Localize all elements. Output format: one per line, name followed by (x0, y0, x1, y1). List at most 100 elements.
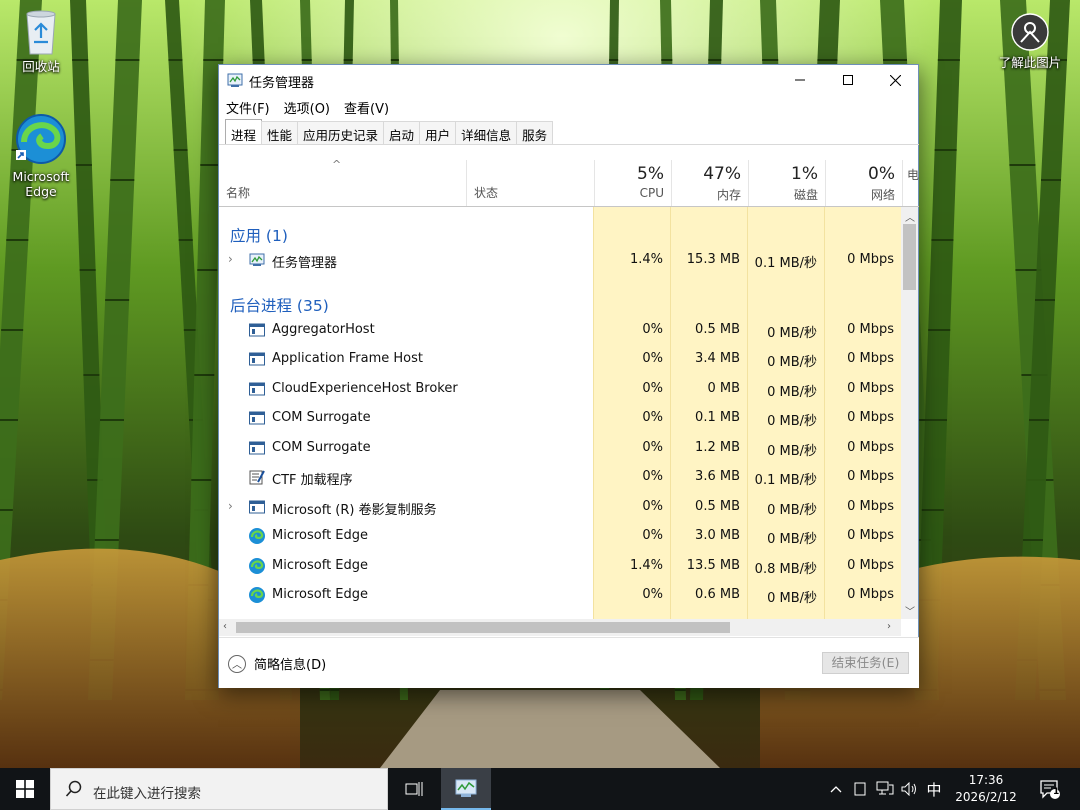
chevron-right-icon[interactable]: › (228, 252, 233, 266)
network-value: 0 Mbps (847, 469, 894, 484)
menu-options[interactable]: 选项(O) (277, 95, 337, 117)
desktop-icon-learn-about-picture[interactable]: 了解此图片 (990, 12, 1070, 70)
horizontal-scrollbar[interactable]: ‹ › (219, 619, 901, 636)
table-row[interactable]: Microsoft Edge 0% 0.6 MB 0 MB/秒 0 Mbps (219, 580, 901, 610)
table-row[interactable]: Application Frame Host 0% 3.4 MB 0 MB/秒 … (219, 344, 901, 374)
edge-icon (249, 528, 265, 544)
maximize-button[interactable] (824, 65, 872, 95)
table-row[interactable]: AggregatorHost 0% 0.5 MB 0 MB/秒 0 Mbps (219, 315, 901, 345)
taskbar-task-manager[interactable] (441, 768, 491, 810)
table-row[interactable]: CloudExperienceHost Broker 0% 0 MB 0 MB/… (219, 374, 901, 404)
header-memory-pct: 47% (703, 164, 741, 184)
start-button[interactable] (0, 768, 50, 810)
group-header-apps: 应用 (1) (219, 213, 901, 245)
fewer-details-label: 简略信息(D) (254, 658, 327, 673)
tab-details[interactable]: 详细信息 (455, 121, 518, 144)
header-cpu-label: CPU (639, 186, 664, 200)
header-status-col[interactable]: 状态 (466, 160, 594, 206)
header-network[interactable]: 0% 网络 (825, 160, 902, 206)
tab-app-history[interactable]: 应用历史记录 (297, 121, 385, 144)
process-name: 任务管理器 (272, 256, 338, 271)
taskbar-search-box[interactable]: 在此键入进行搜索 (50, 768, 388, 810)
desktop-icon-label: 了解此图片 (998, 55, 1062, 70)
header-network-pct: 0% (868, 164, 895, 184)
horizontal-scroll-thumb[interactable] (236, 622, 730, 633)
header-power[interactable]: 电 (902, 160, 919, 206)
cpu-value: 0% (642, 587, 663, 602)
close-button[interactable] (871, 65, 919, 95)
menu-bar: 文件(F) 选项(O) 查看(V) (219, 95, 396, 117)
process-name: AggregatorHost (272, 321, 375, 337)
edge-icon (249, 587, 265, 603)
process-name: Application Frame Host (272, 351, 424, 366)
memory-value: 3.0 MB (695, 528, 740, 543)
table-row[interactable]: › Microsoft (R) 卷影复制服务 0% 0.5 MB 0 MB/秒 … (219, 492, 901, 522)
header-disk[interactable]: 1% 磁盘 (748, 160, 825, 206)
tray-network[interactable] (874, 768, 896, 810)
tray-tablet[interactable] (850, 768, 870, 810)
table-row[interactable]: Microsoft Edge 0% 3.0 MB 0 MB/秒 0 Mbps (219, 521, 901, 551)
scroll-down-icon[interactable]: ﹀ (905, 603, 915, 618)
action-center-button[interactable]: 1 (1030, 768, 1070, 810)
tray-volume[interactable] (899, 768, 921, 810)
window-titlebar[interactable]: 任务管理器 (219, 65, 918, 95)
memory-value: 3.4 MB (695, 351, 740, 366)
network-value: 0 Mbps (847, 557, 894, 573)
menu-view[interactable]: 查看(V) (337, 95, 396, 117)
desktop-icon-label: Microsoft Edge (12, 169, 70, 199)
cpu-value: 1.4% (629, 557, 663, 573)
taskbar: 在此键入进行搜索 中 17:36 2026/2/12 1 (0, 768, 1080, 810)
vertical-scroll-thumb[interactable] (903, 224, 916, 290)
scroll-right-icon[interactable]: › (887, 621, 891, 632)
table-row[interactable]: CTF 加载程序 0% 3.6 MB 0.1 MB/秒 0 Mbps (219, 462, 901, 492)
table-row[interactable]: COM Surrogate 0% 0.1 MB 0 MB/秒 0 Mbps (219, 403, 901, 433)
desktop-icon-label: 回收站 (22, 59, 60, 74)
cpu-value: 0% (642, 528, 663, 543)
disk-value: 0.1 MB/秒 (754, 256, 817, 271)
show-hidden-icons-button[interactable] (826, 768, 846, 810)
header-memory[interactable]: 47% 内存 (671, 160, 748, 206)
memory-value: 0.6 MB (695, 587, 740, 602)
memory-value: 0.5 MB (695, 498, 740, 514)
camera-location-icon (1011, 13, 1049, 51)
minimize-button[interactable] (776, 65, 824, 95)
header-name[interactable]: 名称 (226, 184, 250, 201)
window-footer: ︿ 简略信息(D) 结束任务(E) (219, 637, 919, 688)
column-header: ^ 名称 状态 5% CPU 47% 内存 1% 磁盘 0% 网络 电 (219, 158, 919, 206)
end-task-button[interactable]: 结束任务(E) (822, 652, 909, 674)
tab-users[interactable]: 用户 (419, 121, 457, 144)
table-row[interactable]: COM Surrogate 0% 1.2 MB 0 MB/秒 0 Mbps (219, 433, 901, 463)
desktop-icon-microsoft-edge[interactable]: Microsoft Edge (3, 112, 79, 199)
process-window-icon (249, 323, 265, 336)
vertical-scrollbar[interactable]: ︿ ﹀ (901, 207, 918, 619)
tab-processes[interactable]: 进程 (225, 119, 263, 144)
header-power-label: 电 (907, 168, 919, 182)
search-icon (65, 780, 82, 797)
minimize-icon (795, 79, 805, 81)
table-row[interactable]: › 任务管理器 1.4% 15.3 MB 0.1 MB/秒 0 Mbps (219, 245, 901, 275)
process-name: Microsoft (R) 卷影复制服务 (272, 502, 437, 518)
fewer-details-button[interactable]: ︿ 简略信息(D) (228, 654, 326, 673)
process-window-icon (249, 352, 265, 366)
tab-services[interactable]: 服务 (516, 121, 554, 144)
menu-file[interactable]: 文件(F) (219, 95, 277, 117)
disk-value: 0 MB/秒 (767, 325, 817, 341)
scroll-up-icon[interactable]: ︿ (905, 209, 915, 224)
chevron-up-icon: ︿ (228, 654, 246, 673)
tab-performance[interactable]: 性能 (261, 121, 299, 144)
window-title: 任务管理器 (249, 76, 315, 91)
tab-startup[interactable]: 启动 (383, 121, 421, 144)
desktop-icon-recycle-bin[interactable]: 回收站 (3, 8, 79, 74)
network-value: 0 Mbps (847, 587, 894, 602)
chevron-right-icon[interactable]: › (228, 499, 233, 513)
header-cpu[interactable]: 5% CPU (594, 160, 671, 206)
ime-indicator[interactable]: 中 (923, 768, 945, 810)
table-row[interactable]: Microsoft Edge 1.4% 13.5 MB 0.8 MB/秒 0 M… (219, 551, 901, 581)
process-name: Microsoft Edge (272, 557, 369, 573)
header-memory-label: 内存 (716, 188, 741, 202)
clock[interactable]: 17:36 2026/2/12 (948, 772, 1024, 806)
scroll-left-icon[interactable]: ‹ (223, 621, 227, 632)
task-view-button[interactable] (393, 768, 437, 810)
network-value: 0 Mbps (847, 410, 894, 425)
network-value: 0 Mbps (847, 351, 894, 366)
